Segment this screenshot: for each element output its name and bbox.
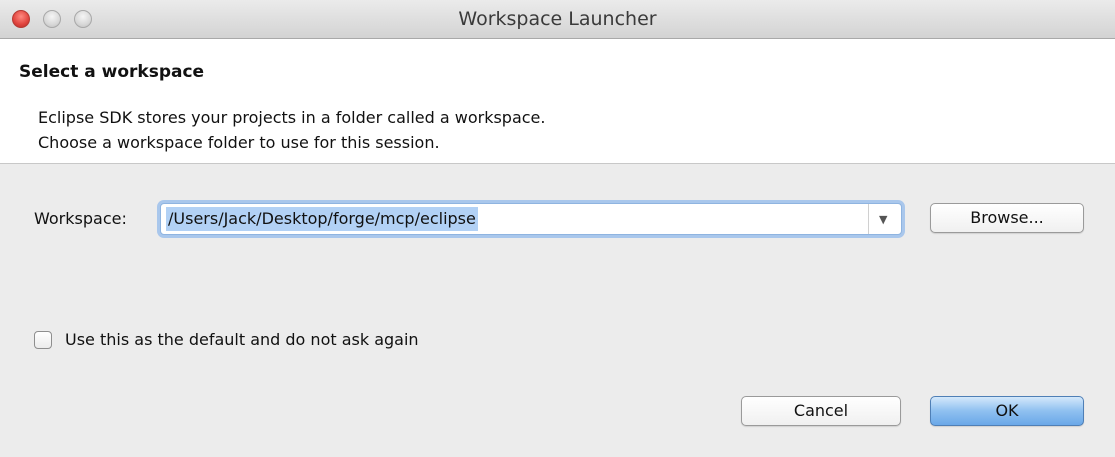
workspace-combobox[interactable]: /Users/Jack/Desktop/forge/mcp/eclipse ▼ <box>160 203 902 235</box>
title-bar[interactable]: Workspace Launcher <box>0 0 1115 39</box>
window-title: Workspace Launcher <box>458 8 657 30</box>
workspace-path-input[interactable]: /Users/Jack/Desktop/forge/mcp/eclipse <box>166 207 478 231</box>
page-title: Select a workspace <box>19 62 205 82</box>
chevron-down-icon: ▼ <box>879 213 888 226</box>
default-option-label[interactable]: Use this as the default and do not ask a… <box>65 330 419 349</box>
workspace-dropdown-button[interactable]: ▼ <box>868 204 901 234</box>
workspace-label: Workspace: <box>34 209 127 228</box>
checkbox-icon[interactable] <box>34 331 52 349</box>
description-line: Eclipse SDK stores your projects in a fo… <box>38 108 546 127</box>
header-description: Eclipse SDK stores your projects in a fo… <box>38 105 545 155</box>
workspace-launcher-window: Workspace Launcher Select a workspace Ec… <box>0 0 1115 457</box>
cancel-button[interactable]: Cancel <box>741 396 901 426</box>
header-area: Select a workspace Eclipse SDK stores yo… <box>0 39 1115 164</box>
browse-button[interactable]: Browse... <box>930 203 1084 233</box>
description-line: Choose a workspace folder to use for thi… <box>38 133 440 152</box>
ok-button[interactable]: OK <box>930 396 1084 426</box>
